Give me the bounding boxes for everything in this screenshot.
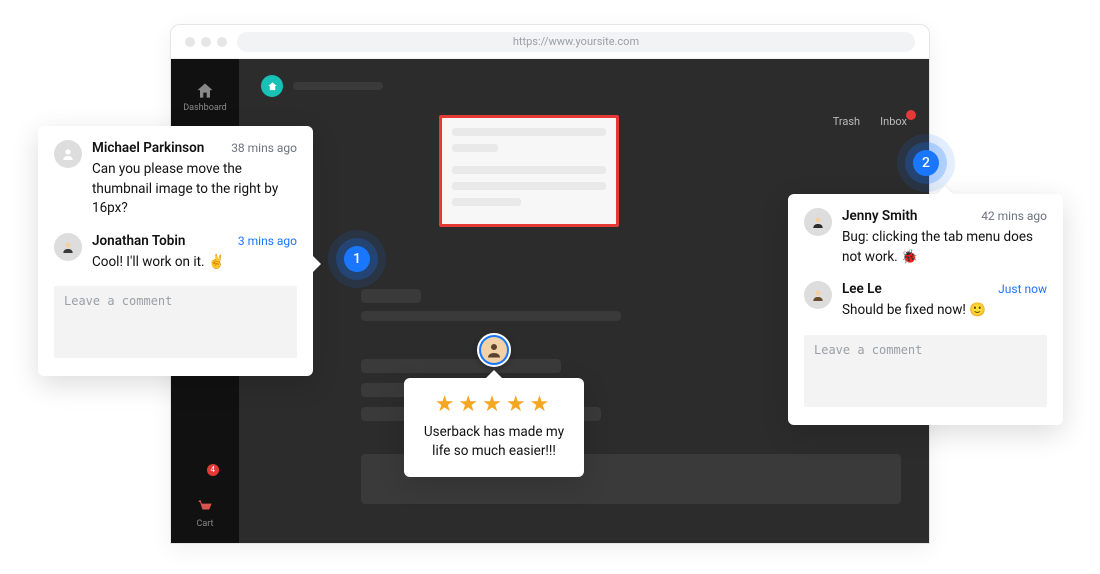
comment-thread-panel-2: Jenny Smith 42 mins ago Bug: clicking th… bbox=[788, 194, 1063, 425]
person-icon bbox=[60, 239, 76, 255]
comment-text: Cool! I'll work on it. ✌️ bbox=[92, 253, 297, 273]
avatar bbox=[804, 208, 832, 236]
commenter-name: Lee Le bbox=[842, 281, 882, 297]
cart-icon bbox=[195, 497, 215, 517]
reviewer-avatar bbox=[477, 333, 511, 367]
address-bar[interactable]: https://www.yoursite.com bbox=[237, 32, 915, 52]
comment-text: Bug: clicking the tab menu does not work… bbox=[842, 228, 1047, 267]
review-text: Userback has made my life so much easier… bbox=[422, 423, 566, 461]
placeholder-line bbox=[361, 359, 561, 373]
dot-icon bbox=[217, 37, 227, 47]
cart-badge: 4 bbox=[207, 464, 220, 476]
dot-icon bbox=[201, 37, 211, 47]
browser-chrome: https://www.yoursite.com bbox=[171, 25, 929, 59]
comment-time: 38 mins ago bbox=[231, 141, 297, 155]
commenter-name: Jonathan Tobin bbox=[92, 233, 185, 249]
avatar bbox=[804, 281, 832, 309]
placeholder-line bbox=[452, 182, 606, 190]
avatar-face bbox=[481, 337, 507, 363]
comment-input[interactable] bbox=[54, 286, 297, 358]
link-trash[interactable]: Trash bbox=[833, 115, 860, 128]
commenter-name: Jenny Smith bbox=[842, 208, 917, 224]
placeholder-line bbox=[452, 128, 606, 136]
placeholder-line bbox=[452, 198, 521, 206]
person-icon bbox=[60, 146, 76, 162]
commenter-name: Michael Parkinson bbox=[92, 140, 204, 156]
person-icon bbox=[485, 341, 503, 359]
sidebar-item-cart[interactable]: 4 Cart bbox=[171, 493, 239, 533]
comment-entry: Jenny Smith 42 mins ago Bug: clicking th… bbox=[804, 208, 1047, 267]
placeholder-line bbox=[452, 166, 606, 174]
window-controls bbox=[185, 37, 227, 47]
home-icon bbox=[267, 81, 278, 92]
placeholder-line bbox=[452, 144, 498, 152]
highlighted-region[interactable] bbox=[439, 115, 619, 227]
avatar bbox=[54, 140, 82, 168]
sidebar-item-dashboard[interactable]: Dashboard bbox=[171, 77, 239, 117]
placeholder-line bbox=[361, 311, 621, 321]
comment-text: Can you please move the thumbnail image … bbox=[92, 160, 297, 219]
placeholder-line bbox=[361, 289, 421, 303]
comment-thread-panel-1: Michael Parkinson 38 mins ago Can you pl… bbox=[38, 126, 313, 376]
person-icon bbox=[810, 287, 826, 303]
comment-entry: Jonathan Tobin 3 mins ago Cool! I'll wor… bbox=[54, 233, 297, 273]
comment-entry: Michael Parkinson 38 mins ago Can you pl… bbox=[54, 140, 297, 219]
link-inbox[interactable]: Inbox bbox=[880, 115, 907, 128]
home-icon bbox=[195, 81, 215, 101]
star-rating: ★★★★★ bbox=[422, 392, 566, 417]
comment-time: 42 mins ago bbox=[981, 209, 1047, 223]
review-popover: ★★★★★ Userback has made my life so much … bbox=[404, 378, 584, 477]
comment-input[interactable] bbox=[804, 335, 1047, 407]
avatar bbox=[54, 233, 82, 261]
sidebar-label: Cart bbox=[197, 519, 214, 529]
comment-text: Should be fixed now! 🙂 bbox=[842, 301, 1047, 321]
comment-time: Just now bbox=[998, 282, 1047, 296]
breadcrumb-home[interactable] bbox=[261, 75, 283, 97]
annotation-marker-2[interactable]: 2 bbox=[913, 150, 939, 176]
annotation-marker-1[interactable]: 1 bbox=[344, 246, 370, 272]
comment-time: 3 mins ago bbox=[238, 234, 297, 248]
person-icon bbox=[810, 214, 826, 230]
placeholder-line bbox=[293, 82, 383, 90]
dot-icon bbox=[185, 37, 195, 47]
sidebar-label: Dashboard bbox=[183, 103, 227, 113]
comment-entry: Lee Le Just now Should be fixed now! 🙂 bbox=[804, 281, 1047, 321]
